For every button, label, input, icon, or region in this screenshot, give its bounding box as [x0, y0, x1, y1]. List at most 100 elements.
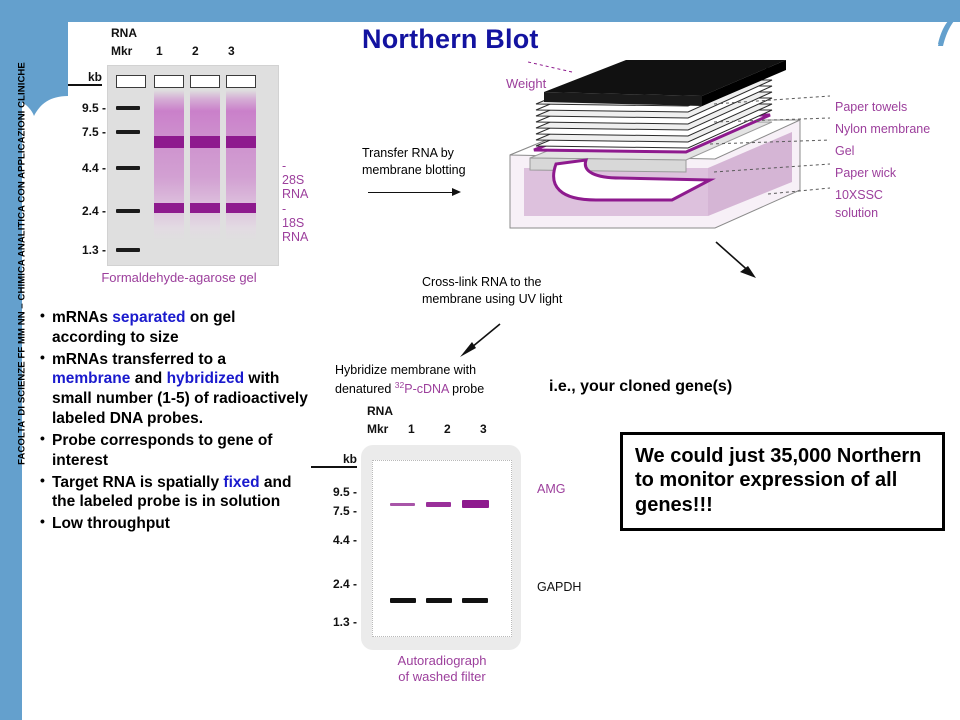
transfer-step-line-2: membrane blotting — [362, 163, 466, 177]
hybridize-text-pre: denatured — [335, 382, 395, 397]
gel-lane-2 — [190, 90, 220, 240]
diagram-label-10xssc: 10XSSC — [835, 188, 883, 202]
diagram-label-gel: Gel — [835, 144, 855, 158]
hybridize-text-line-2: denatured 32P-cDNA probe — [335, 380, 484, 398]
gel-header-rna: RNA — [111, 26, 137, 40]
gel-well-2 — [190, 75, 220, 88]
bullet-text: Low throughput — [52, 515, 170, 533]
probe-name: P-cDNA — [404, 382, 449, 397]
blotting-stack-diagram — [500, 60, 960, 260]
autoradiograph-caption-line-2: of washed filter — [398, 669, 486, 685]
gel-band-28s-lane-2 — [190, 136, 220, 148]
marker-band-2-4 — [116, 209, 140, 213]
hybridize-text-line-1: Hybridize membrane with — [335, 363, 477, 377]
marker-band-9-5 — [116, 106, 140, 110]
gel-side-label-18s: - 18S RNA — [282, 202, 309, 244]
autoradiograph-figure: RNA Mkr 1 2 3 kb 9.5 - 7.5 - 4.4 - 2.4 -… — [305, 400, 605, 690]
slide-canvas: FACOLTA' DI SCIENZE FF MM NN – CHIMICA A… — [0, 0, 960, 720]
corner-blob-decoration — [0, 0, 78, 122]
auto-band-gapdh-lane-3 — [462, 598, 488, 603]
transfer-arrow-shaft — [368, 192, 454, 193]
diagram-label-nylon-membrane: Nylon membrane — [835, 122, 931, 136]
autoradiograph-caption-line-1: Autoradiograph — [397, 653, 487, 668]
gel-band-18s-lane-3 — [226, 203, 256, 213]
gel-lane-1 — [154, 90, 184, 240]
auto-kb-tick-9-5: 9.5 - — [332, 485, 357, 499]
diagram-label-paper-towels: Paper towels — [835, 100, 908, 114]
gel-caption: Formaldehyde-agarose gel — [101, 270, 257, 285]
diagram-label-solution: solution — [835, 206, 879, 220]
formaldehyde-gel-figure: RNA Mkr 1 2 3 kb 9.5 - 7.5 - 4.4 - 2.4 -… — [68, 24, 308, 296]
marker-band-4-4 — [116, 166, 140, 170]
gel-well-mkr — [116, 75, 146, 88]
auto-lane-number-3: 3 — [480, 422, 487, 436]
gel-kb-axis-header: kb — [68, 70, 102, 86]
gel-well-3 — [226, 75, 256, 88]
crosslink-text-line-2: membrane using UV light — [422, 292, 563, 306]
bullet-highlight-text: hybridized — [166, 370, 245, 388]
auto-band-gapdh-lane-2 — [426, 598, 452, 603]
transfer-step-line-1: Transfer RNA by — [362, 146, 454, 160]
gel-kb-tick-2-4: 2.4 - — [81, 204, 106, 218]
auto-header-rna: RNA — [367, 404, 393, 418]
callout-box: We could just 35,000 Northern to monitor… — [620, 432, 945, 532]
crosslink-arrow — [715, 241, 756, 278]
gel-kb-tick-4-4: 4.4 - — [81, 161, 106, 175]
marker-band-1-3 — [116, 248, 140, 252]
auto-kb-tick-2-4: 2.4 - — [332, 577, 357, 591]
auto-kb-tick-7-5: 7.5 - — [332, 504, 357, 518]
bullet-highlight-text: membrane — [52, 370, 131, 388]
marker-band-7-5 — [116, 130, 140, 134]
gel-header-mkr: Mkr — [111, 44, 133, 58]
cloned-gene-note: i.e., your cloned gene(s) — [549, 378, 733, 395]
bullet-item: Low throughput — [40, 513, 308, 534]
auto-side-label-amg: AMG — [537, 482, 566, 496]
transfer-arrow-head — [452, 188, 461, 196]
crosslink-text-line-1: Cross-link RNA to the — [422, 275, 542, 289]
gel-kb-tick-1-3: 1.3 - — [81, 243, 106, 257]
auto-header-mkr: Mkr — [367, 422, 389, 436]
bullet-item: mRNAs transferred to a membrane and hybr… — [40, 349, 308, 429]
diagram-label-paper-wick: Paper wick — [835, 166, 897, 180]
bullet-highlight-text: separated — [112, 309, 186, 326]
page-title: Northern Blot — [362, 24, 539, 54]
autoradiograph-film-inner — [372, 460, 512, 637]
auto-side-label-gapdh: GAPDH — [537, 580, 582, 594]
auto-band-amg-lane-1 — [390, 503, 415, 506]
hybridize-text-post: probe — [448, 382, 485, 397]
autoradiograph-caption: Autoradiograph of washed filter — [325, 653, 559, 686]
gel-band-18s-lane-2 — [190, 203, 220, 213]
gel-band-28s-lane-3 — [226, 136, 256, 148]
gel-band-28s-lane-1 — [154, 136, 184, 148]
bullet-highlight-text: fixed — [223, 473, 260, 491]
gel-lane-number-1: 1 — [156, 44, 163, 58]
corner-swoosh-decoration — [880, 0, 960, 46]
bullet-text: mRNAs transferred to a — [52, 350, 226, 368]
bullet-item: Probe corresponds to gene of interest — [40, 430, 308, 471]
gel-plate — [107, 65, 279, 266]
auto-band-amg-lane-2 — [426, 502, 451, 507]
bullet-text: Target RNA is spatially — [52, 473, 224, 491]
auto-kb-axis-header: kb — [311, 452, 357, 468]
gel-well-1 — [154, 75, 184, 88]
auto-band-gapdh-lane-1 — [390, 598, 416, 603]
gel-lane-3 — [226, 90, 256, 240]
bullet-text: and — [130, 370, 167, 388]
bullet-text: Probe corresponds to gene of interest — [52, 431, 273, 469]
hybridize-arrow — [460, 323, 501, 357]
callout-text: We could just 35,000 Northern to monitor… — [635, 445, 922, 516]
gel-side-label-28s: - 28S RNA — [282, 159, 309, 201]
auto-lane-number-2: 2 — [444, 422, 451, 436]
diagram-label-weight: Weight — [506, 76, 547, 91]
gel-kb-tick-7-5: 7.5 - — [81, 125, 106, 139]
isotope-superscript: 32 — [394, 380, 405, 390]
gel-band-18s-lane-1 — [154, 203, 184, 213]
auto-kb-tick-1-3: 1.3 - — [332, 615, 357, 629]
auto-lane-number-1: 1 — [408, 422, 415, 436]
top-accent-band — [0, 0, 960, 22]
bullet-text: mRNAs — [52, 309, 113, 326]
auto-kb-tick-4-4: 4.4 - — [332, 533, 357, 547]
bullet-item: Target RNA is spatially fixed and the la… — [40, 472, 308, 513]
autoradiograph-film — [361, 445, 521, 650]
gel-lane-number-3: 3 — [228, 44, 235, 58]
